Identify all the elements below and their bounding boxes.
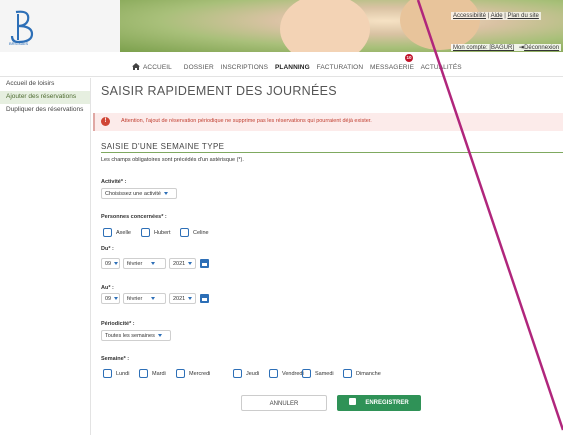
logo-text: BRIGNAIS <box>9 41 28 46</box>
section-divider <box>101 152 563 153</box>
sidebar-item-dupliquer-reservations[interactable]: Dupliquer des réservations <box>0 104 90 117</box>
message-count-badge: 10 <box>405 54 413 62</box>
nav-inscriptions[interactable]: INSCRIPTIONS <box>221 64 268 71</box>
du-year-select[interactable]: 2021 <box>169 258 196 269</box>
checkbox-vendredi[interactable]: Vendredi <box>269 369 304 378</box>
checkbox-celine[interactable]: Celine <box>180 228 209 237</box>
activite-select[interactable]: Choisissez une activité <box>101 188 177 199</box>
nav-dossier[interactable]: DOSSIER <box>184 64 214 71</box>
save-icon <box>349 397 357 405</box>
sidebar-item-accueil-loisirs[interactable]: Accueil de loisirs <box>0 78 90 91</box>
checkbox-samedi[interactable]: Samedi <box>302 369 334 378</box>
au-month-select[interactable]: février <box>123 293 166 304</box>
periodicite-label: Périodicité* : <box>101 321 135 327</box>
au-day-select[interactable]: 09 <box>101 293 120 304</box>
account-link[interactable]: Mon compte: [BAGUR] <box>453 45 514 51</box>
logout-link[interactable]: Déconnexion <box>524 45 559 51</box>
brignais-logo[interactable]: BRIGNAIS <box>6 8 38 46</box>
nav-actualites[interactable]: ACTUALITÉS <box>421 64 462 71</box>
exclamation-icon: ! <box>101 117 110 126</box>
cancel-button[interactable]: ANNULER <box>241 395 327 411</box>
nav-messagerie[interactable]: MESSAGERIE <box>370 64 414 71</box>
header: BRIGNAIS Accessibilité | Aide | Plan du … <box>0 0 563 52</box>
link-plan-du-site[interactable]: Plan du site <box>508 13 539 19</box>
warning-alert: ! Attention, l'ajout de réservation péri… <box>93 113 563 131</box>
checkbox-jeudi[interactable]: Jeudi <box>233 369 259 378</box>
semaine-label: Semaine* : <box>101 356 130 362</box>
alert-text: Attention, l'ajout de réservation périod… <box>121 118 372 124</box>
personnes-label: Personnes concernées* : <box>101 214 167 220</box>
account-bar: Mon compte: [BAGUR] ⇥Déconnexion <box>451 44 562 51</box>
checkbox-mardi[interactable]: Mardi <box>139 369 166 378</box>
checkbox-dimanche[interactable]: Dimanche <box>343 369 381 378</box>
mandatory-note: Les champs obligatoires sont précédés d'… <box>101 157 244 163</box>
du-month-select[interactable]: février <box>123 258 166 269</box>
checkbox-hubert[interactable]: Hubert <box>141 228 171 237</box>
activite-label: Activité* : <box>101 179 127 185</box>
sidebar-item-ajouter-reservations[interactable]: Ajouter des réservations <box>0 91 90 104</box>
section-title: SAISIE D'UNE SEMAINE TYPE <box>101 142 225 151</box>
checkbox-lundi[interactable]: Lundi <box>103 369 129 378</box>
du-label: Du* : <box>101 246 114 252</box>
link-accessibilite[interactable]: Accessibilité <box>453 13 486 19</box>
nav-facturation[interactable]: FACTURATION <box>317 64 363 71</box>
main-nav: ACCUEIL DOSSIER INSCRIPTIONS PLANNING FA… <box>0 54 563 77</box>
link-aide[interactable]: Aide <box>491 13 503 19</box>
au-year-select[interactable]: 2021 <box>169 293 196 304</box>
page-title: SAISIR RAPIDEMENT DES JOURNÉES <box>101 84 337 98</box>
du-calendar-icon[interactable] <box>200 259 209 268</box>
main-content: SAISIR RAPIDEMENT DES JOURNÉES ! Attenti… <box>93 78 563 411</box>
checkbox-axelle[interactable]: Axelle <box>103 228 131 237</box>
du-day-select[interactable]: 09 <box>101 258 120 269</box>
nav-accueil[interactable]: ACCUEIL <box>132 63 177 71</box>
home-icon <box>132 63 140 70</box>
periodicite-select[interactable]: Toutes les semaines <box>101 330 171 341</box>
save-button[interactable]: ENREGISTRER <box>337 395 421 411</box>
sidebar: Accueil de loisirs Ajouter des réservati… <box>0 78 91 435</box>
checkbox-mercredi[interactable]: Mercredi <box>176 369 210 378</box>
nav-planning[interactable]: PLANNING <box>275 64 310 71</box>
utility-links: Accessibilité | Aide | Plan du site <box>451 12 541 20</box>
au-label: Au* : <box>101 285 114 291</box>
au-calendar-icon[interactable] <box>200 294 209 303</box>
